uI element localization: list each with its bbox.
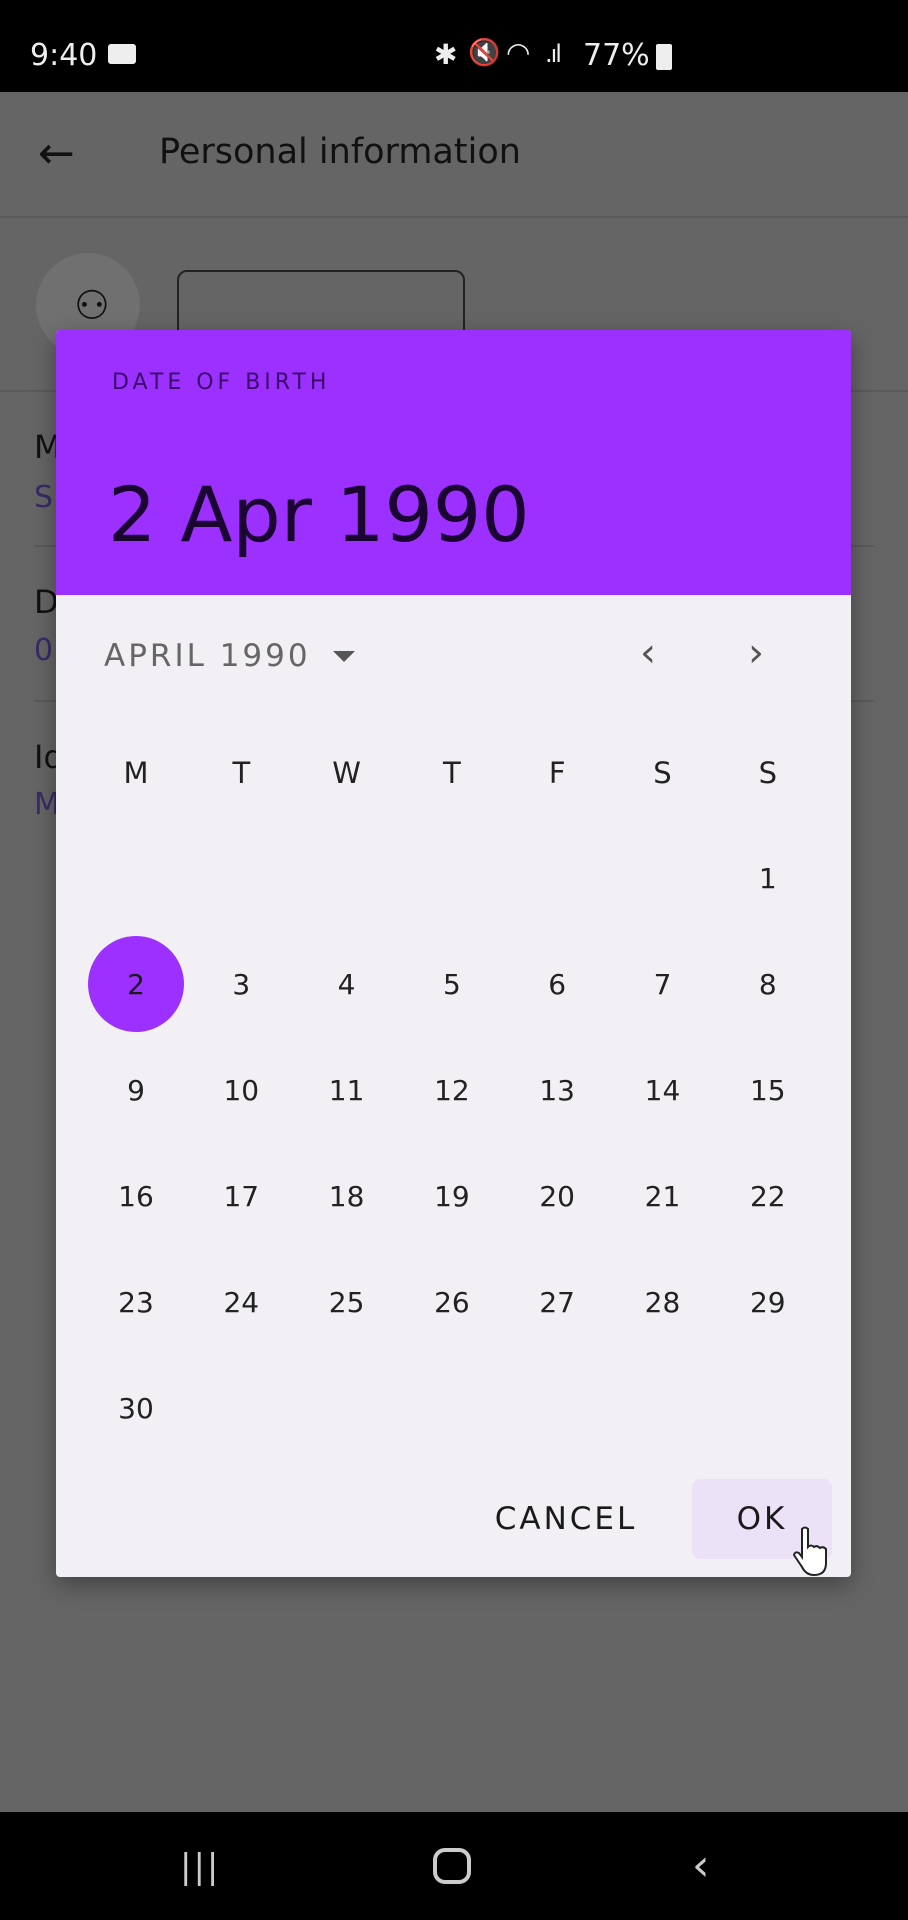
- calendar-day[interactable]: 6: [509, 936, 605, 1032]
- bg-row-label: D: [34, 583, 59, 621]
- calendar-day[interactable]: 20: [509, 1148, 605, 1244]
- calendar-day[interactable]: 28: [615, 1254, 711, 1350]
- calendar-day[interactable]: 1: [720, 830, 816, 926]
- person-icon: ⚇: [74, 283, 110, 329]
- calendar-day[interactable]: 4: [299, 936, 395, 1032]
- battery-text: 77%: [583, 38, 650, 73]
- calendar-day[interactable]: 8: [720, 936, 816, 1032]
- calendar-day[interactable]: 10: [193, 1042, 289, 1138]
- calendar-day[interactable]: 12: [404, 1042, 500, 1138]
- calendar-day[interactable]: 13: [509, 1042, 605, 1138]
- signal-icon: .ıl: [545, 40, 562, 68]
- calendar-day[interactable]: 17: [193, 1148, 289, 1244]
- weekday-label: T: [232, 756, 251, 790]
- weekday-label: S: [653, 756, 672, 790]
- calendar-day[interactable]: 15: [720, 1042, 816, 1138]
- month-year-label: APRIL 1990: [104, 638, 311, 674]
- arrow-left-icon[interactable]: ←: [38, 128, 75, 179]
- calendar-day[interactable]: 16: [88, 1148, 184, 1244]
- calendar-day[interactable]: 25: [299, 1254, 395, 1350]
- status-bar: 9:40 ✱ 🔇 ◠ .ıl 77%: [0, 0, 908, 92]
- calendar-day[interactable]: 19: [404, 1148, 500, 1244]
- next-month-icon[interactable]: ›: [748, 630, 764, 676]
- selected-date: 2 Apr 1990: [108, 470, 530, 559]
- calendar-day[interactable]: 29: [720, 1254, 816, 1350]
- clock: 9:40: [30, 38, 98, 73]
- calendar-day[interactable]: 11: [299, 1042, 395, 1138]
- date-picker-dialog: DATE OF BIRTH 2 Apr 1990 APRIL 1990 ‹ › …: [56, 330, 851, 1577]
- bluetooth-icon: ✱: [434, 38, 458, 71]
- weekday-label: S: [758, 756, 777, 790]
- previous-month-icon[interactable]: ‹: [640, 630, 656, 676]
- calendar-day[interactable]: 23: [88, 1254, 184, 1350]
- calendar-day[interactable]: 9: [88, 1042, 184, 1138]
- calendar-day[interactable]: 14: [615, 1042, 711, 1138]
- weekday-label: M: [123, 756, 149, 790]
- navigation-bar: ||| ‹: [0, 1812, 908, 1920]
- mute-icon: 🔇: [468, 38, 501, 68]
- calendar-day[interactable]: 5: [404, 936, 500, 1032]
- recent-apps-icon[interactable]: |||: [180, 1847, 220, 1887]
- calendar-day[interactable]: 26: [404, 1254, 500, 1350]
- weekday-label: F: [548, 756, 566, 790]
- battery-icon: [656, 44, 672, 70]
- calendar-day[interactable]: 24: [193, 1254, 289, 1350]
- wifi-icon: ◠: [506, 36, 531, 69]
- video-camera-icon: [108, 44, 136, 64]
- calendar-day[interactable]: 3: [193, 936, 289, 1032]
- calendar-day[interactable]: 22: [720, 1148, 816, 1244]
- cancel-button[interactable]: CANCEL: [495, 1479, 636, 1559]
- calendar-day[interactable]: 18: [299, 1148, 395, 1244]
- selected-day[interactable]: 2: [88, 936, 184, 1032]
- month-year-selector[interactable]: APRIL 1990: [104, 638, 355, 674]
- weekday-label: T: [443, 756, 461, 790]
- dropdown-arrow-icon: [332, 650, 355, 662]
- bg-row-value: 0: [34, 633, 54, 668]
- weekday-label: W: [332, 756, 361, 790]
- calendar-day[interactable]: 7: [615, 936, 711, 1032]
- dialog-header: DATE OF BIRTH 2 Apr 1990: [56, 330, 851, 595]
- calendar-day[interactable]: 27: [509, 1254, 605, 1350]
- bg-row-value: S: [34, 480, 54, 515]
- app-bar: ← Personal information: [0, 92, 908, 218]
- home-icon[interactable]: [433, 1848, 471, 1884]
- calendar-day[interactable]: 21: [615, 1148, 711, 1244]
- back-icon[interactable]: ‹: [692, 1840, 710, 1891]
- calendar-day[interactable]: 30: [88, 1360, 184, 1456]
- hand-cursor-icon: [792, 1526, 827, 1577]
- header-label: DATE OF BIRTH: [112, 370, 331, 395]
- page-title: Personal information: [159, 132, 521, 172]
